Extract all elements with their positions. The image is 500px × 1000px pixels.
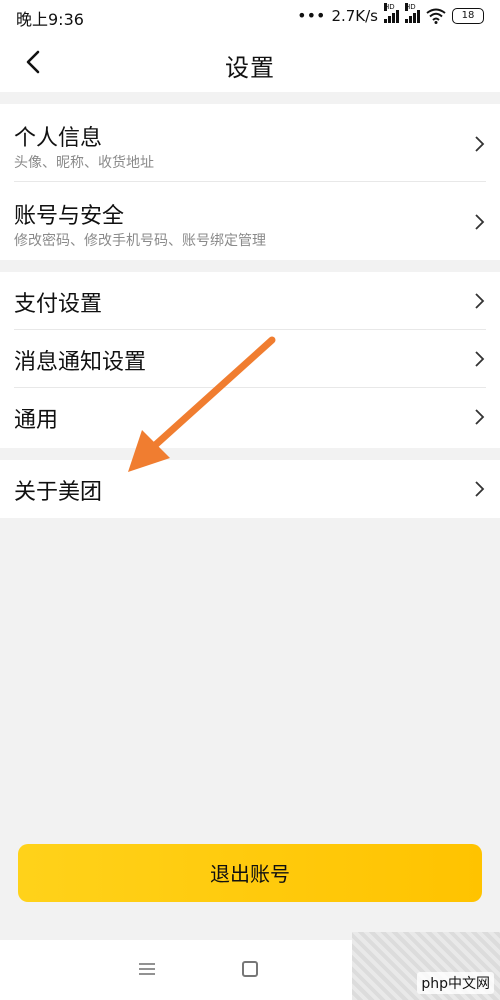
settings-group-general: 支付设置 消息通知设置 通用 — [0, 272, 500, 448]
watermark-text: php中文网 — [417, 972, 494, 994]
settings-group-about: 关于美团 — [0, 460, 500, 518]
settings-item-about-meituan[interactable]: 关于美团 — [0, 460, 500, 518]
more-dots-icon: ••• — [297, 6, 326, 25]
watermark: php中文网 — [352, 932, 500, 1000]
status-bar: 晚上9:36 ••• 2.7K/s HD HD 18 — [0, 0, 500, 32]
settings-item-notifications[interactable]: 消息通知设置 — [0, 330, 500, 388]
chevron-right-icon — [475, 481, 485, 497]
settings-item-title: 支付设置 — [14, 292, 103, 317]
battery-icon: 18 — [452, 7, 484, 24]
settings-item-title: 个人信息 — [14, 126, 103, 151]
chevron-right-icon — [475, 136, 485, 152]
settings-item-subtitle: 头像、昵称、收货地址 — [14, 155, 154, 171]
chevron-right-icon — [475, 409, 485, 425]
chevron-right-icon — [475, 293, 485, 309]
wifi-icon — [426, 8, 446, 24]
signal-icon: HD — [384, 2, 399, 23]
chevron-right-icon — [475, 351, 485, 367]
settings-item-payment[interactable]: 支付设置 — [0, 272, 500, 330]
settings-item-personal-info[interactable]: 个人信息 头像、昵称、收货地址 — [0, 104, 500, 182]
settings-item-title: 消息通知设置 — [14, 350, 147, 375]
status-icons: ••• 2.7K/s HD HD 18 — [297, 2, 484, 25]
settings-item-title: 通用 — [14, 408, 59, 433]
logout-button[interactable]: 退出账号 — [18, 844, 482, 902]
menu-icon[interactable] — [138, 962, 156, 976]
settings-item-title: 账号与安全 — [14, 204, 125, 229]
page-title: 设置 — [225, 54, 275, 82]
settings-item-title: 关于美团 — [14, 480, 103, 505]
network-speed: 2.7K/s — [331, 6, 378, 25]
settings-item-account-security[interactable]: 账号与安全 修改密码、修改手机号码、账号绑定管理 — [0, 182, 500, 260]
home-icon[interactable] — [242, 961, 258, 977]
status-time: 晚上9:36 — [16, 10, 84, 29]
settings-group-account: 个人信息 头像、昵称、收货地址 账号与安全 修改密码、修改手机号码、账号绑定管理 — [0, 104, 500, 260]
chevron-right-icon — [475, 214, 485, 230]
settings-item-subtitle: 修改密码、修改手机号码、账号绑定管理 — [14, 233, 266, 249]
settings-screen: 晚上9:36 ••• 2.7K/s HD HD 18 设置 个人信息 头像、昵称… — [0, 0, 500, 1000]
settings-item-general[interactable]: 通用 — [0, 388, 500, 446]
nav-bar: 设置 — [0, 32, 500, 92]
signal-2-icon: HD — [405, 2, 420, 23]
